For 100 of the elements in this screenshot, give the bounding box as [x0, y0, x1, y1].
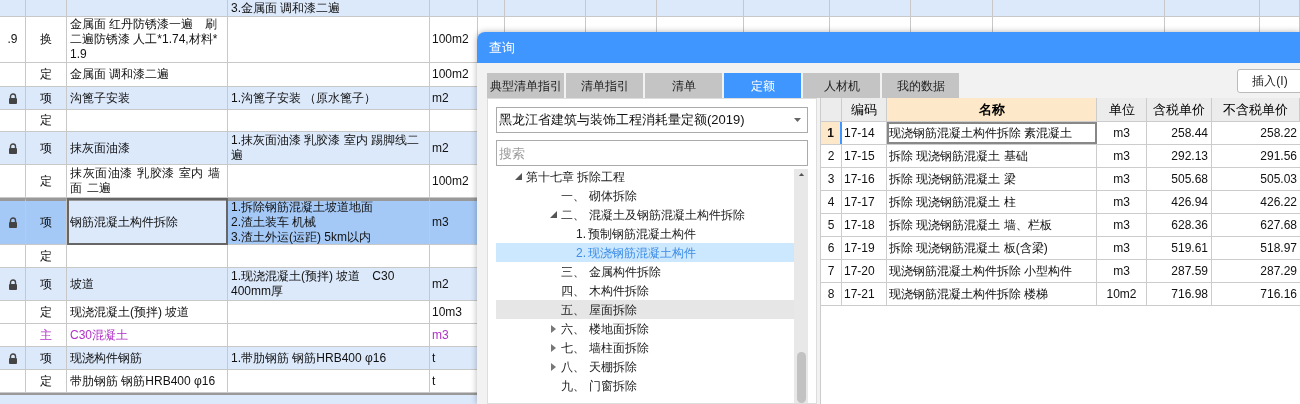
- column-header[interactable]: 名称: [887, 98, 1097, 121]
- expanded-triangle-icon[interactable]: [514, 173, 522, 180]
- tree-item[interactable]: 一、 砌体拆除: [496, 186, 794, 205]
- table-cell-text: 426.22: [1259, 194, 1298, 211]
- table-cell-text: 716.16: [1259, 286, 1298, 303]
- tab[interactable]: 清单: [645, 73, 722, 98]
- tree-item[interactable]: 四、 木构件拆除: [496, 281, 794, 300]
- tab[interactable]: 清单指引: [566, 73, 643, 98]
- table-cell: 1.现浇混凝土(预拌) 坡道 C30 400mm厚: [228, 268, 430, 301]
- scrollbar[interactable]: [794, 169, 808, 403]
- table-cell: [430, 0, 478, 17]
- table-cell: 金属面 调和漆二遍: [67, 63, 228, 87]
- tab[interactable]: 典型清单指引: [487, 73, 564, 98]
- table-cell: 金属面 红丹防锈漆一遍 刷二遍防锈漆 人工*1.74,材料*1.9: [67, 17, 228, 63]
- table-cell: m3: [1097, 214, 1147, 236]
- table-cell: 带肋钢筋 钢筋HRB400 φ16: [67, 370, 228, 393]
- table-cell: m3: [1097, 237, 1147, 259]
- table-cell: m3: [1097, 145, 1147, 167]
- table-cell: 沟篦子安装: [67, 87, 228, 110]
- column-header[interactable]: 含税单价: [1147, 98, 1212, 121]
- table-cell: 坡道: [67, 268, 228, 301]
- table-cell: m3: [1097, 122, 1147, 144]
- column-header[interactable]: 不含税单价: [1212, 98, 1300, 121]
- table-cell: 519.61: [1147, 237, 1212, 259]
- table-cell-text: 258.22: [1259, 125, 1298, 142]
- lock-icon: [7, 92, 18, 104]
- scroll-up-arrow-icon[interactable]: [797, 173, 805, 177]
- column-header[interactable]: 单位: [1097, 98, 1147, 121]
- table-cell: 现浇钢筋混凝土构件拆除 楼梯: [887, 283, 1097, 305]
- table-cell: 100m2: [430, 17, 478, 63]
- table-cell: 抹灰面油漆: [67, 132, 228, 165]
- table-cell-text: 291.56: [1259, 148, 1298, 165]
- table-cell: 1.沟篦子安装 （原水篦子）: [228, 87, 430, 110]
- lock-icon: [7, 142, 18, 154]
- table-cell: 定: [26, 63, 67, 87]
- table-cell: 抹灰面油漆 乳胶漆 室内 墙面 二遍: [67, 165, 228, 198]
- table-cell: 1.带肋钢筋 钢筋HRB400 φ16: [228, 347, 430, 370]
- table-cell: m3: [1097, 168, 1147, 190]
- table-cell: 716.98: [1147, 283, 1212, 305]
- search-field[interactable]: 搜索: [496, 140, 808, 166]
- tree-item[interactable]: 九、 门窗拆除: [496, 376, 794, 395]
- lock-icon: [7, 217, 18, 228]
- table-cell: 项: [26, 198, 67, 245]
- table-cell: 换: [26, 17, 67, 63]
- table-cell: 292.13: [1147, 145, 1212, 167]
- table-cell: 定: [26, 165, 67, 198]
- table-cell: 项: [26, 132, 67, 165]
- table-cell: 定: [26, 245, 67, 268]
- tab[interactable]: 我的数据: [882, 73, 959, 98]
- table-cell: 17-14: [842, 122, 887, 144]
- library-select[interactable]: 黑龙江省建筑与装饰工程消耗量定额(2019): [496, 107, 808, 133]
- tree-item[interactable]: 二、 混凝土及钢筋混凝土构件拆除: [496, 205, 794, 224]
- table-cell: 定: [26, 110, 67, 132]
- table-cell: m2: [430, 132, 478, 165]
- tree-item[interactable]: 三、 金属构件拆除: [496, 262, 794, 281]
- table-cell: 拆除 现浇钢筋混凝土 板(含梁): [887, 237, 1097, 259]
- tree-item[interactable]: 七、 墙柱面拆除: [496, 338, 794, 357]
- tree-item[interactable]: 六、 楼地面拆除: [496, 319, 794, 338]
- tree-item[interactable]: 五、 屋面拆除: [496, 300, 794, 319]
- table-cell: 拆除 现浇钢筋混凝土 墙、栏板: [887, 214, 1097, 236]
- table-cell: 钢筋混凝土构件拆除: [67, 198, 228, 245]
- table-cell: m2: [430, 87, 478, 110]
- table-cell-text: 505.03: [1259, 171, 1298, 188]
- lock-icon: [7, 278, 18, 290]
- tab[interactable]: 人材机: [803, 73, 880, 98]
- lock-icon: [7, 352, 18, 364]
- tree-item[interactable]: 八、 天棚拆除: [496, 357, 794, 376]
- table-cell: m3: [1097, 191, 1147, 213]
- table-cell: 17-15: [842, 145, 887, 167]
- table-cell: t: [430, 347, 478, 370]
- scroll-thumb[interactable]: [796, 352, 806, 403]
- table-cell: 17-17: [842, 191, 887, 213]
- tree-item[interactable]: 1. 预制钢筋混凝土构件: [496, 224, 794, 243]
- table-cell: m3: [1097, 260, 1147, 282]
- table-cell: 拆除 现浇钢筋混凝土 柱: [887, 191, 1097, 213]
- collapsed-triangle-icon[interactable]: [550, 362, 556, 371]
- table-cell: 1.抹灰面油漆 乳胶漆 室内 踢脚线二遍: [228, 132, 430, 165]
- table-cell: 17-18: [842, 214, 887, 236]
- insert-button[interactable]: 插入(I): [1237, 69, 1300, 93]
- tree-item[interactable]: 第十七章 拆除工程: [496, 167, 794, 186]
- collapsed-triangle-icon[interactable]: [550, 324, 556, 333]
- table-cell-text: 627.68: [1259, 217, 1298, 234]
- table-cell: 17-16: [842, 168, 887, 190]
- table-cell: 现浇混凝土(预拌) 坡道: [67, 301, 228, 324]
- table-cell: 426.94: [1147, 191, 1212, 213]
- table-cell: 287.59: [1147, 260, 1212, 282]
- table-cell: 主: [26, 324, 67, 347]
- table-cell: 628.36: [1147, 214, 1212, 236]
- table-cell: [26, 0, 67, 17]
- collapsed-triangle-icon[interactable]: [550, 343, 556, 352]
- table-cell: 1.拆除钢筋混凝土坡道地面 2.渣土装车 机械 3.渣土外运(运距) 5km以内: [228, 198, 430, 245]
- table-cell: 258.44: [1147, 122, 1212, 144]
- table-cell: 现浇钢筋混凝土构件拆除 素混凝土: [887, 122, 1097, 144]
- expanded-triangle-icon[interactable]: [549, 211, 557, 218]
- dialog-title: 查询: [489, 38, 515, 57]
- dropdown-caret-icon: [794, 118, 801, 122]
- table-cell: 3.金属面 调和漆二遍: [228, 0, 430, 17]
- table-cell-text: 287.29: [1259, 263, 1298, 280]
- table-cell: .9: [0, 17, 26, 63]
- table-cell: m2: [430, 268, 478, 301]
